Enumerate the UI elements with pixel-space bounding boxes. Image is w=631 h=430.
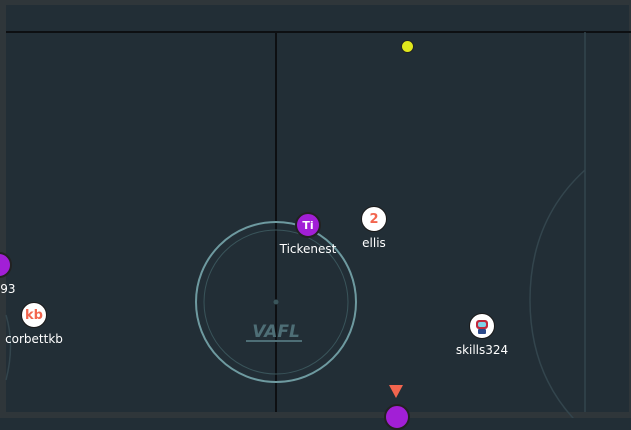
vafl-logo: VAFL: [246, 322, 302, 342]
center-spot: [273, 299, 279, 305]
player-direction-arrow-icon: [389, 385, 403, 398]
player-corbettkb[interactable]: kb corbettkb: [0, 302, 79, 346]
player-ellis[interactable]: 2 ellis: [329, 206, 419, 250]
ball: [401, 40, 414, 53]
player-badge: 2: [361, 206, 387, 232]
player-jay93[interactable]: ! jay93: [0, 252, 54, 296]
player-offscreen-bottom[interactable]: [384, 404, 410, 430]
player-name: skills324: [455, 343, 509, 357]
player-badge: kb: [21, 302, 47, 328]
svg-text:VAFL: VAFL: [252, 322, 300, 342]
pitch: VAFL: [5, 31, 631, 418]
player-badge: !: [0, 252, 12, 278]
right-arc: [529, 169, 586, 418]
player-skills324[interactable]: skills324: [437, 313, 527, 357]
player-badge: Ti: [295, 212, 321, 238]
robot-icon: [469, 313, 495, 339]
player-name: ellis: [362, 236, 386, 250]
player-name: corbettkb: [5, 332, 63, 346]
player-name: jay93: [0, 282, 16, 296]
